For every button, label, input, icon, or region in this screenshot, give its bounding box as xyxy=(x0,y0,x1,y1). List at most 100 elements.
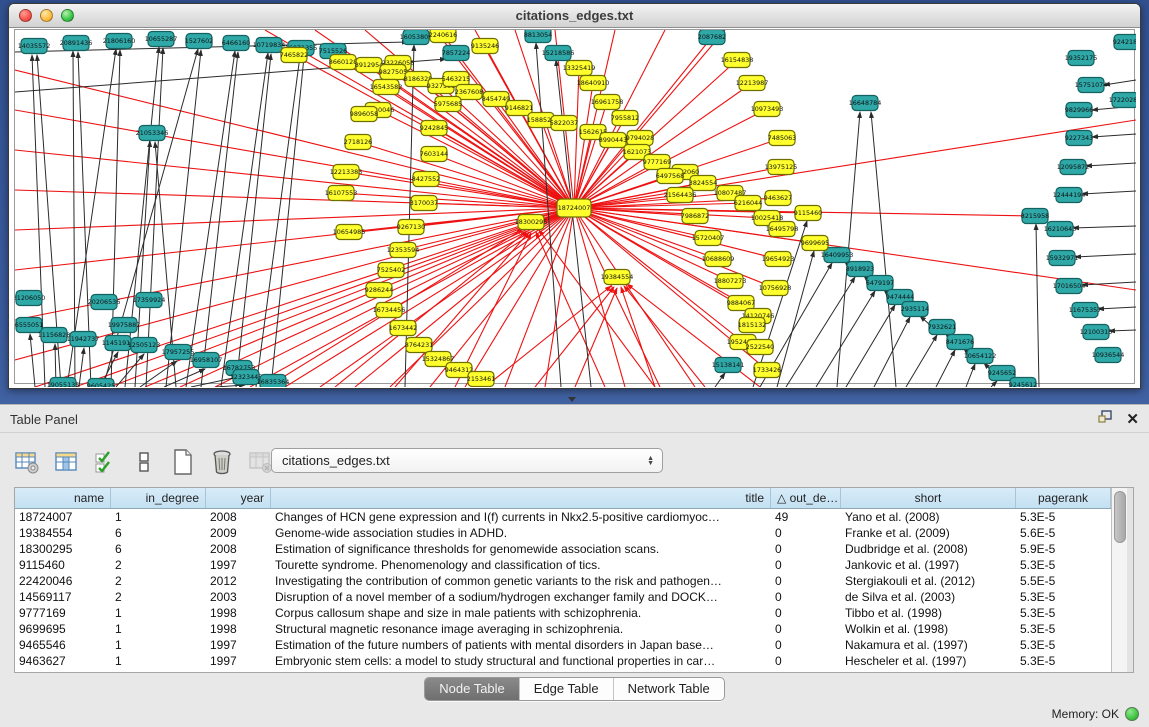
table-cell[interactable]: Stergiakouli et al. (2012) xyxy=(841,573,1016,589)
table-cell[interactable]: 0 xyxy=(771,541,841,557)
table-row[interactable]: 946554611997Estimation of the future num… xyxy=(15,637,1111,653)
table-cell[interactable]: 18300295 xyxy=(15,541,111,557)
column-header-out_de[interactable]: △ out_de… xyxy=(771,488,841,508)
tab-node-table[interactable]: Node Table xyxy=(425,678,520,700)
graph-node[interactable]: 19975887 xyxy=(108,318,141,333)
float-panel-icon[interactable] xyxy=(1098,410,1114,429)
column-header-short[interactable]: short xyxy=(841,488,1016,508)
column-header-title[interactable]: title xyxy=(271,488,771,508)
graph-node[interactable]: 8660128 xyxy=(329,55,357,70)
table-cell[interactable]: 2 xyxy=(111,557,206,573)
graph-node[interactable]: 9267130 xyxy=(397,220,425,235)
graph-node[interactable]: 5822037 xyxy=(550,116,578,131)
graph-node[interactable]: 3170037 xyxy=(410,196,438,211)
table-cell[interactable]: 2003 xyxy=(206,589,271,605)
table-cell[interactable]: 5.3E-5 xyxy=(1016,589,1111,605)
graph-node[interactable]: 19352175 xyxy=(1065,51,1098,66)
graph-node[interactable]: 2718126 xyxy=(344,135,372,150)
graph-node[interactable]: 16495798 xyxy=(766,222,799,237)
table-cell[interactable]: 1 xyxy=(111,621,206,637)
graph-node[interactable]: 9242188 xyxy=(1113,35,1136,50)
table-row[interactable]: 1830029562008Estimation of significance … xyxy=(15,541,1111,557)
table-cell[interactable]: 5.5E-5 xyxy=(1016,573,1111,589)
graph-node[interactable]: 16543582 xyxy=(370,80,403,95)
graph-node[interactable]: 21053346 xyxy=(136,126,169,141)
table-cell[interactable]: Tibbo et al. (1998) xyxy=(841,605,1016,621)
graph-node[interactable]: 8813054 xyxy=(524,30,552,43)
table-row[interactable]: 977716911998Corpus callosum shape and si… xyxy=(15,605,1111,621)
table-settings-icon[interactable] xyxy=(14,449,40,475)
graph-node[interactable]: 12100315 xyxy=(1080,325,1113,340)
graph-node[interactable]: 2153461 xyxy=(467,372,495,387)
graph-node[interactable]: 11675357 xyxy=(1069,303,1102,318)
graph-node[interactable]: 10654985 xyxy=(333,225,366,240)
graph-node[interactable]: 8215958 xyxy=(1021,209,1049,224)
table-cell[interactable]: 5.3E-5 xyxy=(1016,557,1111,573)
graph-node[interactable]: 15751074 xyxy=(1075,78,1108,93)
graph-node[interactable]: 17016504 xyxy=(1053,279,1086,294)
table-cell[interactable]: 1998 xyxy=(206,621,271,637)
table-selector-dropdown[interactable]: citations_edges.txt ▲▼ xyxy=(271,448,663,473)
table-cell[interactable]: 5.3E-5 xyxy=(1016,653,1111,669)
graph-node[interactable]: 16107553 xyxy=(325,186,358,201)
zoom-window-button[interactable] xyxy=(61,9,74,22)
graph-node[interactable]: 10973493 xyxy=(751,102,784,117)
table-cell[interactable]: 9463627 xyxy=(15,653,111,669)
table-row[interactable]: 2242004622012Investigating the contribut… xyxy=(15,573,1111,589)
table-cell[interactable]: 1998 xyxy=(206,605,271,621)
graph-node[interactable]: 1527602 xyxy=(185,34,213,49)
table-cell[interactable]: Investigating the contribution of common… xyxy=(271,573,771,589)
table-row[interactable]: 1872400712008Changes of HCN gene express… xyxy=(15,509,1111,525)
column-header-in_degree[interactable]: in_degree xyxy=(111,488,206,508)
table-cell[interactable]: 5.3E-5 xyxy=(1016,621,1111,637)
scrollbar-thumb[interactable] xyxy=(1114,491,1126,543)
table-cell[interactable]: 0 xyxy=(771,637,841,653)
table-cell[interactable]: 18724007 xyxy=(15,509,111,525)
graph-node[interactable]: 19654923 xyxy=(762,252,795,267)
graph-node[interactable]: 12213987 xyxy=(736,76,769,91)
graph-node[interactable]: 12505123 xyxy=(128,338,161,353)
minimize-window-button[interactable] xyxy=(40,9,53,22)
table-cell[interactable]: Jankovic et al. (1997) xyxy=(841,557,1016,573)
table-cell[interactable]: 6 xyxy=(111,525,206,541)
graph-node[interactable]: 15138141 xyxy=(712,358,745,373)
graph-node[interactable]: 16053809 xyxy=(400,30,433,45)
graph-node[interactable]: 6497568 xyxy=(656,169,684,184)
table-cell[interactable]: Wolkin et al. (1998) xyxy=(841,621,1016,637)
graph-node[interactable]: 13325419 xyxy=(563,61,596,76)
table-cell[interactable]: 5.9E-5 xyxy=(1016,541,1111,557)
graph-node[interactable]: 2935114 xyxy=(901,302,929,317)
graph-node[interactable]: 6466160 xyxy=(222,36,250,51)
table-cell[interactable]: 0 xyxy=(771,557,841,573)
window-titlebar[interactable]: citations_edges.txt xyxy=(9,4,1140,28)
graph-node[interactable]: 21564436 xyxy=(664,188,697,203)
network-canvas[interactable]: 1403557220891436218061601065528715276026… xyxy=(14,29,1135,384)
select-rows-icon[interactable] xyxy=(92,449,118,475)
graph-node[interactable]: 9286244 xyxy=(365,283,393,298)
graph-node[interactable]: 7525402 xyxy=(377,263,405,278)
graph-node[interactable]: 12095872 xyxy=(1057,160,1090,175)
table-row[interactable]: 946362711997Embryonic stem cells: a mode… xyxy=(15,653,1111,669)
graph-node[interactable]: 17220285 xyxy=(1109,93,1136,108)
table-cell[interactable]: 1 xyxy=(111,509,206,525)
graph-node[interactable]: 18807273 xyxy=(714,274,747,289)
graph-node[interactable]: 9794028 xyxy=(626,131,654,146)
table-cell[interactable]: 2 xyxy=(111,589,206,605)
table-cell[interactable]: Nakamura et al. (1997) xyxy=(841,637,1016,653)
graph-node[interactable]: 2240616 xyxy=(429,30,457,43)
citation-network-graph[interactable]: 1403557220891436218061601065528715276026… xyxy=(15,30,1136,387)
graph-node[interactable]: 18724007 xyxy=(557,199,591,217)
table-cell[interactable]: Tourette syndrome. Phenomenology and cla… xyxy=(271,557,771,573)
graph-node[interactable]: 14035572 xyxy=(18,39,51,54)
split-pane-handle[interactable] xyxy=(565,397,579,404)
graph-node[interactable]: 9227343 xyxy=(1065,131,1093,146)
table-cell[interactable]: 0 xyxy=(771,573,841,589)
table-cell[interactable]: 9465546 xyxy=(15,637,111,653)
table-cell[interactable]: Franke et al. (2009) xyxy=(841,525,1016,541)
graph-node[interactable]: 21806160 xyxy=(103,34,136,49)
table-cell[interactable]: 22420046 xyxy=(15,573,111,589)
create-column-icon[interactable] xyxy=(170,449,196,475)
table-cell[interactable]: 5.3E-5 xyxy=(1016,509,1111,525)
table-cell[interactable]: 9777169 xyxy=(15,605,111,621)
table-cell[interactable]: de Silva et al. (2003) xyxy=(841,589,1016,605)
